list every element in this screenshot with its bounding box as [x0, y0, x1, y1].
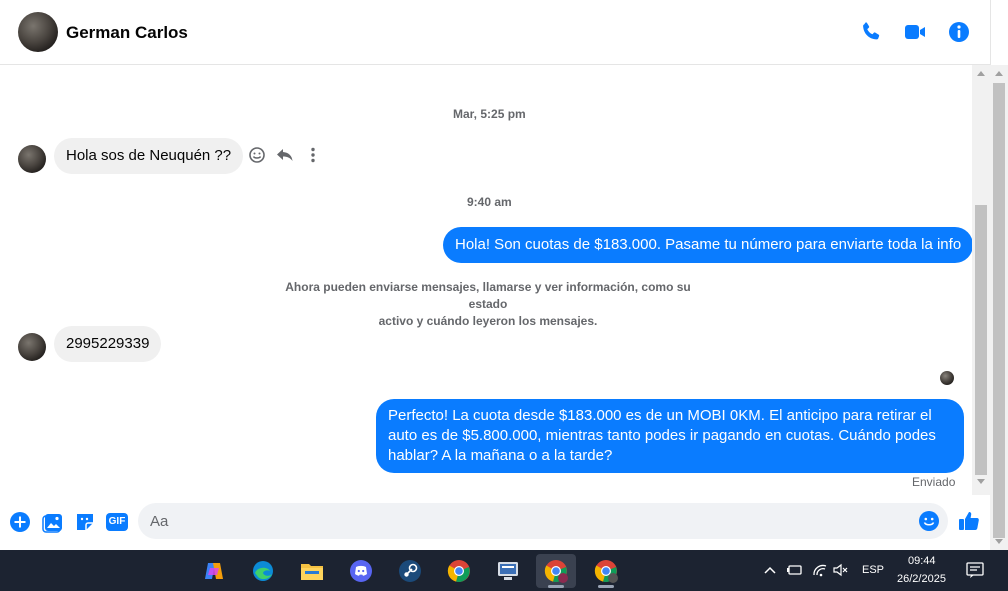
taskbar-remote-app[interactable] — [488, 554, 528, 588]
chat-scrollbar[interactable] — [972, 65, 990, 550]
scroll-down-arrow-icon[interactable] — [995, 539, 1003, 544]
notifications-icon[interactable] — [966, 562, 984, 579]
message-input-container[interactable] — [138, 503, 948, 539]
window-edge — [990, 0, 1008, 65]
taskbar-chrome[interactable] — [439, 554, 479, 588]
scroll-thumb[interactable] — [975, 205, 987, 475]
scroll-thumb[interactable] — [993, 83, 1005, 538]
conversation-header: German Carlos — [0, 0, 990, 65]
edge-icon — [253, 561, 273, 581]
message-composer: GIF — [0, 495, 990, 550]
scroll-down-arrow-icon[interactable] — [977, 479, 985, 484]
phone-icon[interactable] — [859, 20, 883, 44]
seen-avatar — [940, 371, 954, 385]
timestamp: 9:40 am — [467, 195, 512, 209]
message-input[interactable] — [150, 503, 910, 539]
thumbs-up-icon[interactable] — [957, 509, 981, 533]
more-options-icon[interactable] — [303, 145, 323, 165]
taskbar-chrome-profile-2[interactable] — [586, 554, 626, 588]
taskbar-file-explorer[interactable] — [292, 554, 332, 588]
info-icon[interactable] — [947, 20, 971, 44]
sender-avatar[interactable] — [18, 145, 46, 173]
taskbar-edge[interactable] — [243, 554, 283, 588]
taskbar-copilot[interactable] — [194, 554, 234, 588]
sticker-icon[interactable] — [74, 511, 96, 533]
react-emoji-icon[interactable] — [247, 145, 267, 165]
battery-icon[interactable] — [787, 563, 803, 577]
sent-status: Enviado — [912, 475, 956, 489]
image-gallery-icon[interactable] — [42, 511, 64, 533]
active-app-indicator — [548, 585, 564, 588]
taskbar-chrome-profile-1[interactable] — [536, 554, 576, 588]
outgoing-message[interactable]: Hola! Son cuotas de $183.000. Pasame tu … — [443, 227, 974, 263]
remote-desktop-icon — [498, 562, 518, 580]
taskbar-discord[interactable] — [341, 554, 381, 588]
steam-icon — [399, 560, 421, 582]
reply-icon[interactable] — [275, 145, 295, 165]
chevron-up-icon[interactable] — [764, 565, 776, 575]
wifi-icon[interactable] — [812, 562, 828, 578]
volume-muted-icon[interactable] — [833, 562, 849, 578]
contact-avatar[interactable] — [18, 12, 58, 52]
outgoing-message[interactable]: Perfecto! La cuota desde $183.000 es de … — [376, 399, 964, 473]
incoming-message[interactable]: Hola sos de Neuquén ?? — [54, 138, 244, 174]
message-line: Perfecto! La cuota desde $183.000 es de … — [388, 407, 932, 424]
chrome-profile-icon — [544, 560, 568, 583]
incoming-message[interactable]: 2995229339 — [54, 326, 162, 362]
system-notice: Ahora pueden enviarse mensajes, llamarse… — [268, 279, 708, 330]
message-line: auto es de $5.800.000, mientras tanto po… — [388, 427, 936, 444]
scroll-up-arrow-icon[interactable] — [977, 71, 985, 76]
page-scrollbar[interactable] — [990, 65, 1008, 550]
timestamp: Mar, 5:25 pm — [453, 107, 526, 121]
scroll-up-arrow-icon[interactable] — [995, 71, 1003, 76]
windows-taskbar: ESP 09:44 26/2/2025 — [0, 550, 1008, 591]
video-camera-icon[interactable] — [903, 20, 927, 44]
clock-date[interactable]: 26/2/2025 — [897, 573, 946, 585]
contact-name[interactable]: German Carlos — [66, 23, 188, 43]
clock-time[interactable]: 09:44 — [908, 555, 936, 567]
chrome-profile-icon — [594, 560, 618, 583]
message-list: Mar, 5:25 pm Hola sos de Neuquén ?? 9:40… — [0, 65, 974, 495]
discord-icon — [350, 560, 372, 582]
message-line: hablar? A la mañana o a la tarde? — [388, 447, 613, 464]
open-app-indicator — [598, 585, 614, 588]
folder-icon — [301, 564, 323, 580]
plus-circle-icon[interactable] — [9, 511, 31, 533]
emoji-icon[interactable] — [918, 510, 940, 532]
input-language[interactable]: ESP — [862, 564, 884, 576]
messenger-window: German Carlos Mar, 5:25 pm Hola sos de N… — [0, 0, 1008, 550]
taskbar-steam[interactable] — [390, 554, 430, 588]
gif-button[interactable]: GIF — [106, 513, 128, 531]
system-notice-line: Ahora pueden enviarse mensajes, llamarse… — [285, 280, 691, 311]
system-notice-line: activo y cuándo leyeron los mensajes. — [378, 314, 598, 328]
sender-avatar[interactable] — [18, 333, 46, 361]
copilot-icon — [205, 563, 223, 579]
chrome-icon — [447, 560, 470, 582]
